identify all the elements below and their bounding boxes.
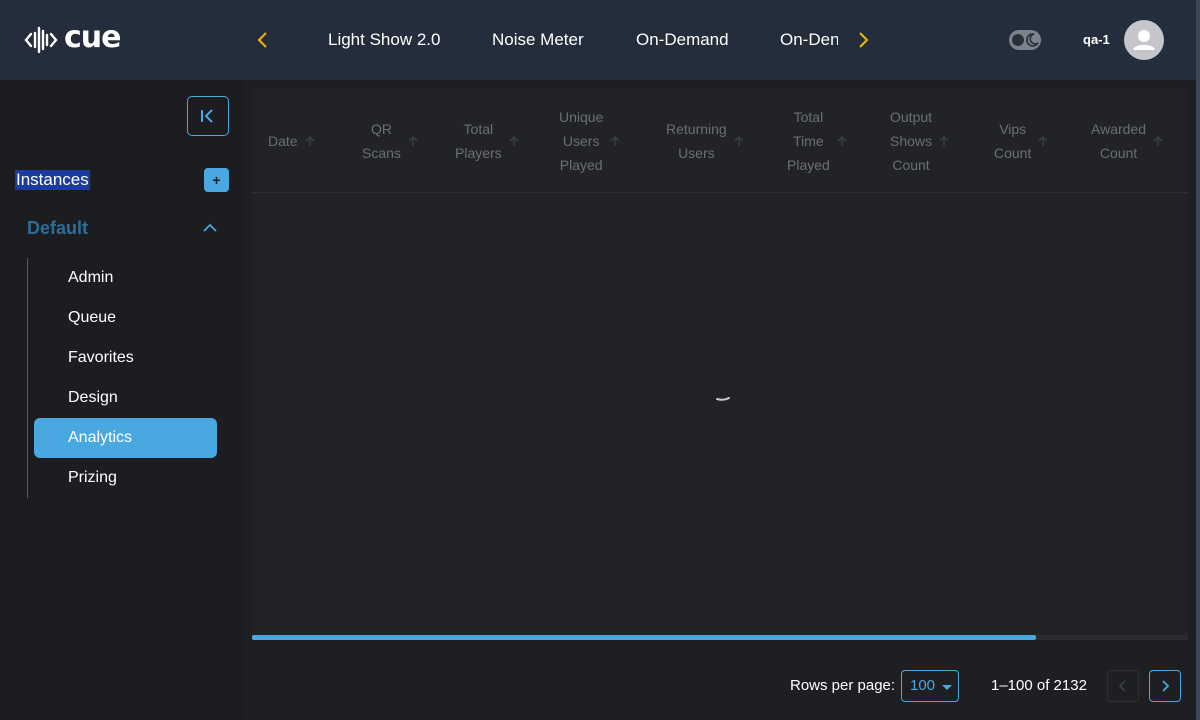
- loading-spinner: [716, 397, 730, 401]
- sort-arrow-up-icon[interactable]: [836, 135, 848, 147]
- column-header-line: Played: [787, 156, 830, 173]
- column-header-line: Shows: [890, 132, 933, 149]
- add-instance-button[interactable]: +: [204, 168, 229, 192]
- horizontal-scrollbar-thumb[interactable]: [252, 635, 1036, 640]
- column-header-line: Date: [268, 132, 298, 149]
- next-page-button[interactable]: [1149, 670, 1181, 702]
- user-icon: [1133, 30, 1155, 50]
- tab-on-demand-2[interactable]: On-Den: [780, 24, 838, 56]
- column-header-unique-users-played[interactable]: Unique Users Played: [559, 88, 621, 193]
- column-header-line: Count: [994, 144, 1032, 161]
- sidebar: Instances + Default Admin Queue Favorite…: [0, 80, 244, 720]
- sort-arrow-up-icon[interactable]: [733, 135, 745, 147]
- column-header-awarded-count[interactable]: Awarded Count: [1091, 88, 1164, 193]
- column-header-line: Total: [793, 108, 824, 125]
- column-header-line: Time: [793, 132, 824, 149]
- sound-wave-icon: [24, 26, 58, 54]
- theme-toggle[interactable]: [1009, 30, 1041, 50]
- column-header-label: Output Shows Count: [890, 105, 932, 177]
- tab-on-demand[interactable]: On-Demand: [636, 24, 729, 56]
- page-scrollbar[interactable]: [1196, 0, 1200, 720]
- sidebar-item-admin[interactable]: Admin: [34, 258, 217, 298]
- column-header-qr-scans[interactable]: QR Scans: [362, 88, 419, 193]
- tabs-scroll-right-button[interactable]: [851, 28, 875, 52]
- column-header-label: Total Time Played: [787, 105, 830, 177]
- chevron-right-icon: [859, 32, 869, 48]
- instance-group-default[interactable]: Default: [27, 218, 88, 239]
- column-header-label: Vips Count: [994, 117, 1031, 165]
- sort-arrow-up-icon[interactable]: [938, 135, 950, 147]
- sort-arrow-up-icon[interactable]: [304, 135, 316, 147]
- column-header-label: Total Players: [455, 117, 502, 165]
- column-header-line: Count: [1099, 144, 1138, 161]
- instances-heading: Instances: [15, 170, 90, 190]
- pagination-range: 1–100 of 2132: [991, 677, 1087, 694]
- column-header-label: Awarded Count: [1091, 117, 1146, 165]
- column-header-line: Total: [463, 120, 494, 137]
- top-bar: cue Light Show 2.0 Noise Meter On-Demand…: [0, 0, 1200, 80]
- column-header-line: QR: [370, 120, 392, 137]
- tabs-bar: Light Show 2.0 Noise Meter On-Demand On-…: [302, 24, 838, 56]
- brand-name: cue: [64, 20, 121, 55]
- column-header-line: Played: [559, 156, 603, 173]
- column-header-line: Users: [678, 144, 715, 161]
- previous-page-button[interactable]: [1107, 670, 1139, 702]
- column-header-line: Awarded: [1091, 120, 1147, 137]
- tree-divider: [27, 258, 28, 498]
- chevron-left-icon: [1118, 680, 1126, 692]
- column-header-line: Scans: [362, 144, 401, 161]
- sidebar-item-queue[interactable]: Queue: [34, 298, 217, 338]
- chevron-right-icon: [1162, 680, 1170, 692]
- column-header-vips-count[interactable]: Vips Count: [994, 88, 1049, 193]
- sort-arrow-up-icon[interactable]: [407, 135, 419, 147]
- analytics-table: Date QR Scans Total Players Unique Users Pla…: [252, 88, 1188, 640]
- sort-arrow-up-icon[interactable]: [609, 135, 621, 147]
- chevron-up-icon[interactable]: [201, 221, 219, 235]
- avatar[interactable]: [1124, 20, 1164, 60]
- collapse-left-icon: [201, 109, 213, 123]
- caret-down-icon: [942, 685, 952, 690]
- table-header: Date QR Scans Total Players Unique Users Pla…: [252, 88, 1188, 193]
- column-header-line: Unique: [559, 108, 604, 125]
- column-header-line: Output: [890, 108, 933, 125]
- column-header-output-shows-count[interactable]: Output Shows Count: [890, 88, 950, 193]
- moon-icon: [1026, 33, 1039, 47]
- sidebar-item-favorites[interactable]: Favorites: [34, 338, 217, 378]
- column-header-returning-users[interactable]: Returning Users: [666, 88, 745, 193]
- sort-arrow-up-icon[interactable]: [1152, 135, 1164, 147]
- tab-noise-meter[interactable]: Noise Meter: [492, 24, 584, 56]
- sidebar-item-prizing[interactable]: Prizing: [34, 458, 217, 498]
- tab-light-show[interactable]: Light Show 2.0: [328, 24, 440, 56]
- column-header-line: Vips: [999, 120, 1027, 137]
- column-header-total-players[interactable]: Total Players: [455, 88, 520, 193]
- column-header-line: Users: [562, 132, 600, 149]
- username: qa-1: [1083, 32, 1110, 47]
- sort-arrow-up-icon[interactable]: [1037, 135, 1049, 147]
- column-header-line: Players: [455, 144, 502, 161]
- chevron-left-icon: [257, 32, 267, 48]
- sort-arrow-up-icon[interactable]: [508, 135, 520, 147]
- tabs-scroll-left-button[interactable]: [251, 28, 275, 52]
- column-header-label: Returning Users: [666, 117, 727, 165]
- column-header-label: QR Scans: [362, 117, 401, 165]
- column-header-total-time-played[interactable]: Total Time Played: [787, 88, 848, 193]
- collapse-sidebar-button[interactable]: [187, 96, 229, 136]
- column-header-label: Date: [268, 129, 298, 153]
- column-header-line: Returning: [666, 120, 727, 137]
- toggle-knob: [1012, 34, 1024, 46]
- column-header-date[interactable]: Date: [268, 88, 316, 193]
- sidebar-item-design[interactable]: Design: [34, 378, 217, 418]
- column-header-line: Count: [892, 156, 930, 173]
- column-header-label: Unique Users Played: [559, 105, 603, 177]
- rows-per-page-select[interactable]: 100: [901, 670, 959, 702]
- rows-per-page-value: 100: [910, 677, 936, 694]
- sidebar-item-analytics[interactable]: Analytics: [34, 418, 217, 458]
- cue-logo[interactable]: cue: [24, 23, 121, 57]
- rows-per-page-label: Rows per page:: [790, 677, 896, 694]
